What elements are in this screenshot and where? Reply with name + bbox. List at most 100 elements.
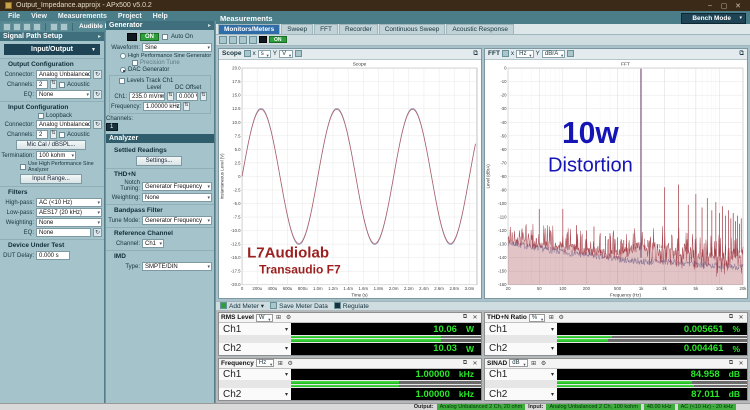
channel-select[interactable]: Ch2	[485, 343, 557, 355]
meter-unit-select[interactable]: %	[529, 314, 545, 322]
save-meter-data-button[interactable]: Save Meter Data	[270, 302, 328, 310]
dut-delay-input[interactable]: 0.000 s	[36, 251, 70, 260]
hp-sine-analyzer-checkbox[interactable]	[20, 164, 26, 170]
spinner-icon[interactable]: ⇅	[167, 92, 174, 101]
meter-close-icon[interactable]: ✕	[471, 314, 479, 321]
regulate-button[interactable]: Regulate	[334, 302, 369, 310]
auto-on-checkbox[interactable]	[162, 34, 168, 40]
meter-popout-icon[interactable]: ⧉	[727, 360, 735, 367]
generator-on-toggle[interactable]: ON	[140, 33, 159, 41]
dc-offset-input[interactable]: 0.000 V	[176, 92, 198, 101]
meter-close-icon[interactable]: ✕	[471, 360, 479, 367]
add-meter-button[interactable]: Add Meter ▾	[220, 302, 264, 310]
spinner-icon[interactable]: ⇅	[200, 92, 207, 101]
hp-sine-generator-radio[interactable]	[120, 53, 126, 59]
channel-select[interactable]: Ch2	[219, 388, 291, 400]
menu-project[interactable]: Project	[118, 13, 142, 20]
low-pass-select[interactable]: AES17 (20 kHz)	[36, 208, 102, 217]
monitor-on-toggle[interactable]: ON	[269, 36, 287, 43]
meter-settings-icon[interactable]: ⊞	[275, 314, 283, 321]
pin-icon[interactable]: ▸	[98, 33, 101, 40]
refresh-icon[interactable]: ↻	[93, 90, 102, 99]
copy-icon[interactable]	[239, 36, 247, 44]
reference-channel-select[interactable]: Ch1	[142, 239, 164, 248]
channel-select[interactable]: Ch1	[219, 323, 291, 335]
precision-tune-checkbox[interactable]	[132, 60, 138, 66]
scope-y-unit-select[interactable]: V	[279, 50, 293, 58]
meter-options-icon[interactable]: ⚙	[557, 314, 565, 321]
minimize-button[interactable]: –	[703, 2, 717, 9]
levels-track-checkbox[interactable]	[119, 78, 125, 84]
tab-fft[interactable]: FFT	[314, 24, 338, 34]
tune-mode-select[interactable]: Generator Frequency	[142, 216, 212, 225]
meter-options-icon[interactable]: ⚙	[286, 360, 294, 367]
settings-button[interactable]: Settings...	[136, 156, 182, 166]
level-input[interactable]: 235.0 mVrms	[129, 92, 165, 101]
imd-type-select[interactable]: SMPTE/DIN	[142, 262, 212, 271]
fft-chart[interactable]: 0-10-20-30-40-50-60-70-80-90-100-110-120…	[485, 60, 747, 298]
spinner-icon[interactable]: ⇅	[50, 130, 57, 139]
fft-x-unit-select[interactable]: Hz	[516, 50, 533, 58]
scope-x-unit-select[interactable]: s	[258, 50, 271, 58]
tab-sweep[interactable]: Sweep	[281, 24, 313, 34]
refresh-icon[interactable]: ↻	[93, 228, 102, 237]
spinner-icon[interactable]: ⇅	[183, 102, 190, 111]
export-icon[interactable]	[249, 36, 257, 44]
tab-continuous-sweep[interactable]: Continuous Sweep	[379, 24, 446, 34]
high-pass-select[interactable]: AC (<10 Hz)	[36, 198, 102, 207]
output-eq-select[interactable]: None	[36, 90, 91, 99]
meter-options-icon[interactable]: ⚙	[540, 360, 548, 367]
input-range-button[interactable]: Input Range...	[20, 174, 82, 184]
menu-view[interactable]: View	[31, 13, 47, 20]
pin-icon[interactable]: ▸	[208, 22, 211, 29]
meter-unit-select[interactable]: dB	[509, 359, 527, 367]
acoustic-checkbox[interactable]	[59, 132, 65, 138]
maximize-button[interactable]: ▢	[717, 2, 731, 10]
close-button[interactable]: ✕	[731, 2, 745, 10]
scope-cursor-icon[interactable]	[244, 50, 251, 57]
channel-select[interactable]: Ch1	[219, 369, 291, 381]
notch-tuning-select[interactable]: Generator Frequency	[142, 182, 212, 191]
meter-popout-icon[interactable]: ⧉	[461, 314, 469, 321]
refresh-icon[interactable]: ↻	[93, 70, 102, 79]
input-channels-input[interactable]: 2	[36, 130, 48, 139]
menu-file[interactable]: File	[8, 13, 20, 20]
new-project-icon[interactable]	[3, 23, 11, 31]
mic-cal-button[interactable]: Mic Cal / dBSPL...	[16, 140, 86, 150]
meter-popout-icon[interactable]: ⧉	[727, 314, 735, 321]
filters-eq-input[interactable]: None	[36, 228, 91, 237]
refresh-icon[interactable]: ↻	[93, 120, 102, 129]
monitor-off-button[interactable]	[259, 36, 267, 43]
dac-generator-radio[interactable]	[120, 67, 126, 73]
tab-acoustic-response[interactable]: Acoustic Response	[446, 24, 514, 34]
fft-cursor-icon[interactable]	[502, 50, 509, 57]
meter-unit-select[interactable]: Hz	[256, 359, 274, 367]
scope-popout-icon[interactable]: ⧉	[473, 50, 478, 58]
fft-y-unit-select[interactable]: dBrA	[542, 50, 565, 58]
channel-1-button[interactable]: 1	[106, 123, 118, 131]
output-channels-input[interactable]: 2	[36, 80, 48, 89]
channel-select[interactable]: Ch2	[485, 388, 557, 400]
meter-popout-icon[interactable]: ⧉	[461, 360, 469, 367]
fft-settings-icon[interactable]	[567, 50, 574, 57]
termination-select[interactable]: 100 kohm	[36, 151, 76, 160]
meter-close-icon[interactable]: ✕	[737, 314, 745, 321]
open-project-icon[interactable]	[13, 23, 21, 31]
undo-icon[interactable]	[33, 23, 41, 31]
input-connector-select[interactable]: Analog Unbalanced	[36, 120, 91, 129]
channel-select[interactable]: Ch1	[485, 369, 557, 381]
loopback-checkbox[interactable]	[38, 113, 44, 119]
scope-chart[interactable]: 20.017.515.012.510.07.55.02.50-2.5-5.0-7…	[219, 60, 481, 298]
channel-select[interactable]: Ch1	[485, 323, 557, 335]
channel-select[interactable]: Ch2	[219, 343, 291, 355]
bench-mode-button[interactable]: Bench Mode	[681, 13, 746, 24]
save-project-icon[interactable]	[23, 23, 31, 31]
meter-close-icon[interactable]: ✕	[737, 360, 745, 367]
start-icon[interactable]	[50, 23, 58, 31]
add-graph-icon[interactable]	[219, 36, 227, 44]
frequency-input[interactable]: 1.00000 kHz	[143, 102, 181, 111]
fft-popout-icon[interactable]: ⧉	[739, 50, 744, 58]
generator-off-button[interactable]	[127, 33, 137, 41]
menu-measurements[interactable]: Measurements	[58, 13, 107, 20]
tab-recorder[interactable]: Recorder	[339, 24, 378, 34]
